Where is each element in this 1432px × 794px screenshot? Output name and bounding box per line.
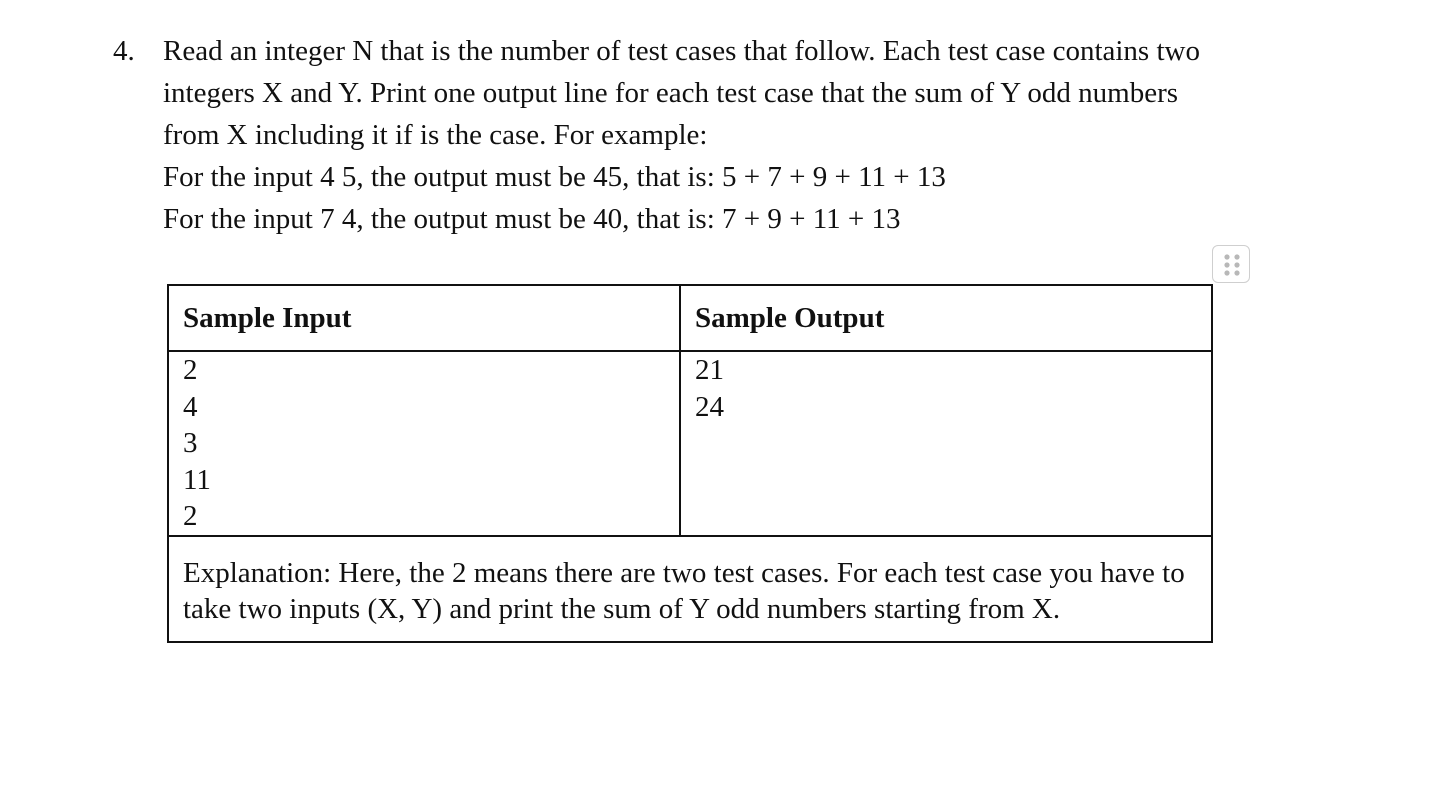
table-row: Explanation: Here, the 2 means there are… — [167, 534, 1213, 643]
input-line: 11 — [183, 463, 211, 496]
table-header-row: Sample Input Sample Output — [167, 284, 1213, 352]
table-row: 2 4 3 11 2 21 24 — [167, 350, 1213, 537]
output-line: 24 — [695, 390, 724, 423]
input-line: 3 — [183, 427, 198, 459]
input-line: 2 — [183, 354, 198, 386]
sample-table: Sample Input Sample Output 2 4 3 11 2 21… — [167, 284, 1213, 643]
problem-line: For the input 7 4, the output must be 40… — [163, 203, 901, 235]
problem-number: 4. — [113, 35, 135, 67]
problem-line: For the input 4 5, the output must be 45… — [163, 161, 946, 193]
input-line: 2 — [183, 500, 198, 532]
output-line: 21 — [695, 354, 724, 386]
sample-input-header: Sample Input — [167, 284, 681, 352]
problem-statement: 4. Read an integer N that is the number … — [113, 30, 1333, 240]
sample-output-header: Sample Output — [679, 284, 1213, 352]
explanation-cell: Explanation: Here, the 2 means there are… — [167, 534, 1213, 643]
input-line: 4 — [183, 390, 198, 423]
sample-output-cell: 21 24 — [679, 350, 1213, 537]
sample-input-cell: 2 4 3 11 2 — [167, 350, 681, 537]
table-drag-handle[interactable] — [1212, 245, 1250, 283]
problem-line: from X including it if is the case. For … — [163, 119, 708, 151]
problem-line: integers X and Y. Print one output line … — [163, 77, 1179, 109]
problem-text: Read an integer N that is the number of … — [163, 30, 1333, 240]
problem-line: Read an integer N that is the number of … — [163, 35, 1200, 67]
drag-handle-icon — [1224, 254, 1240, 276]
